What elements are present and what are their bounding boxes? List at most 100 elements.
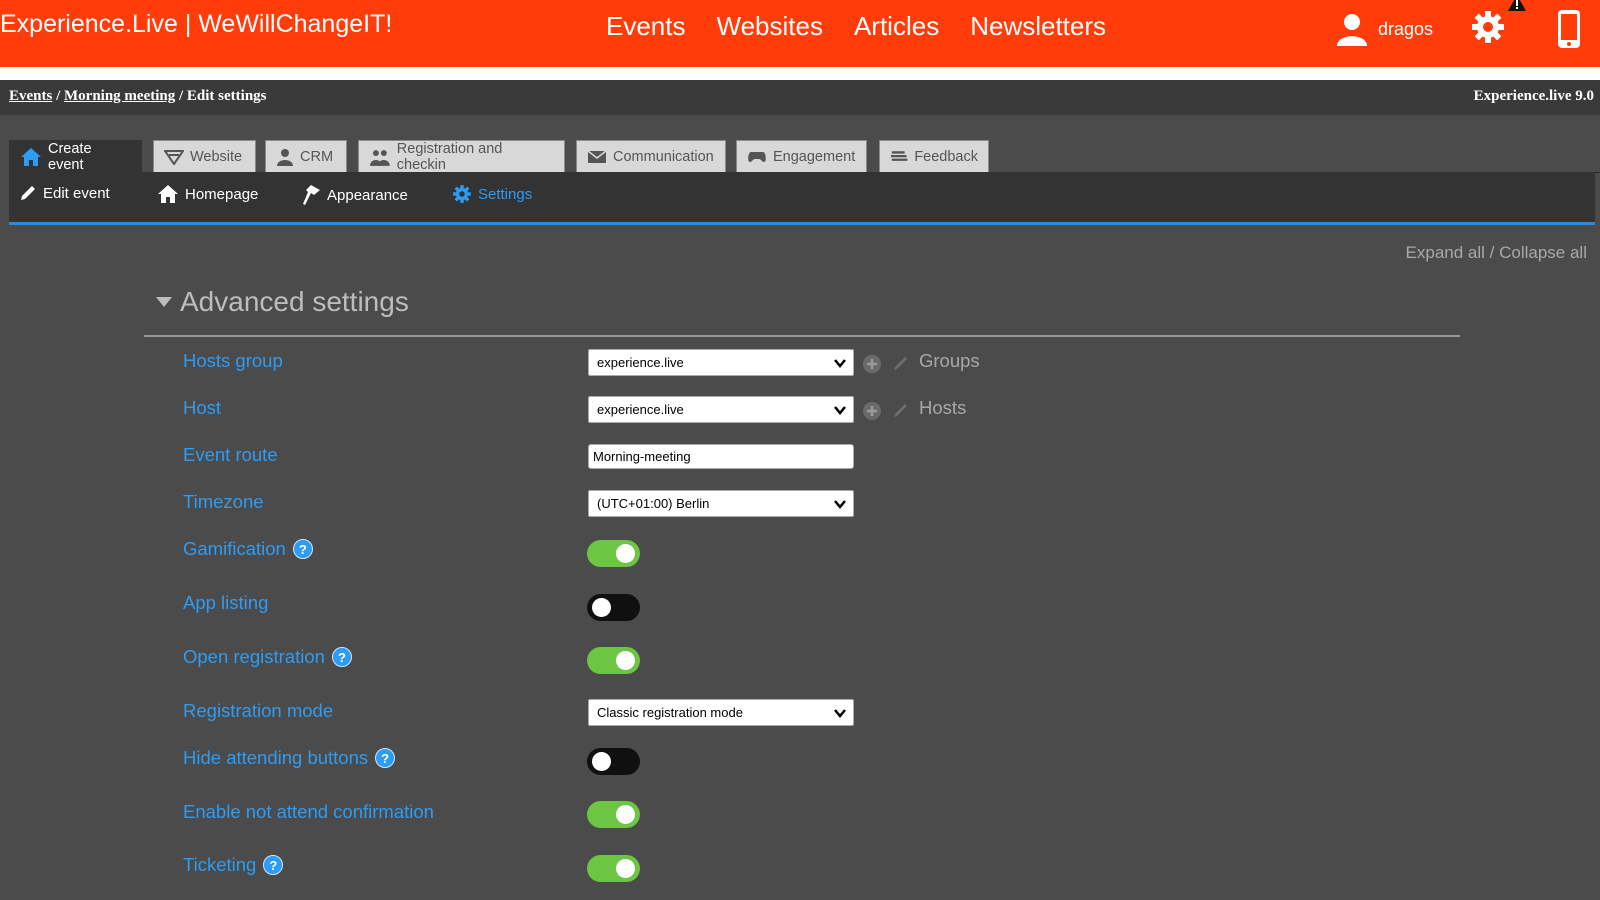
breadcrumb-separator: / [56, 88, 61, 104]
tab-label: Engagement [773, 148, 856, 165]
host-select[interactable]: experience.live [588, 396, 854, 423]
header-divider [0, 67, 1600, 80]
subtab-settings[interactable]: Settings [452, 184, 532, 204]
feedback-icon [890, 150, 908, 161]
help-icon[interactable]: ? [292, 539, 313, 559]
user-menu[interactable]: dragos [1334, 11, 1433, 47]
section-advanced-settings[interactable]: Advanced settings [156, 286, 409, 318]
home-icon [21, 147, 41, 166]
label-hide-attending-buttons: Hide attending buttons ? [183, 747, 396, 769]
envelope-icon [587, 149, 607, 163]
tab-label: CRM [300, 148, 334, 165]
top-navbar: Experience.Live | WeWillChangeIT! Events… [0, 0, 1600, 67]
tab-label: Communication [613, 148, 714, 165]
add-group-icon[interactable] [862, 354, 882, 374]
tab-label: Website [190, 148, 243, 165]
label-text: Ticketing [183, 854, 257, 875]
app-listing-toggle[interactable] [587, 594, 640, 621]
toggle-knob [616, 805, 635, 824]
label-text: Registration mode [183, 700, 334, 721]
label-enable-not-attend-confirmation: Enable not attend confirmation [183, 801, 434, 823]
main-tabs: Create event Website CRM Registration an… [9, 140, 1600, 173]
users-icon [369, 149, 390, 166]
subtab-edit-event[interactable]: Edit event [19, 184, 110, 202]
pencil-icon[interactable] [892, 354, 910, 372]
help-icon[interactable]: ? [263, 855, 284, 875]
home-icon [158, 185, 178, 203]
label-text: App listing [183, 592, 269, 613]
hosts-link[interactable]: Hosts [919, 397, 966, 419]
registration-mode-select[interactable]: Classic registration mode [588, 699, 854, 726]
chevron-down-icon [834, 709, 846, 718]
nav-newsletters[interactable]: Newsletters [970, 11, 1106, 42]
tab-engagement[interactable]: Engagement [736, 140, 867, 172]
ticketing-toggle[interactable] [587, 855, 640, 882]
tab-website[interactable]: Website [153, 140, 256, 172]
add-host-icon[interactable] [862, 401, 882, 421]
label-registration-mode: Registration mode [183, 700, 333, 722]
subtab-label: Settings [478, 185, 533, 203]
toggle-knob [616, 859, 635, 878]
label-hosts-group: Hosts group [183, 350, 283, 372]
select-value: (UTC+01:00) Berlin [597, 496, 710, 511]
main-nav: Events Websites Articles Newsletters [606, 11, 1106, 42]
label-timezone: Timezone [183, 491, 264, 513]
select-value: experience.live [597, 355, 684, 370]
label-text: Gamification [183, 538, 286, 559]
chevron-down-icon [834, 500, 846, 509]
label-text: Host [183, 397, 222, 418]
tab-label: Create event [48, 140, 92, 173]
label-text: Enable not attend confirmation [183, 801, 434, 822]
toggle-knob [616, 544, 635, 563]
hosts-group-select[interactable]: experience.live [588, 349, 854, 376]
tab-communication[interactable]: Communication [576, 140, 726, 172]
gamepad-icon [748, 151, 766, 162]
mobile-phone-icon[interactable] [1557, 9, 1581, 49]
section-title: Advanced settings [180, 286, 409, 317]
help-icon[interactable]: ? [331, 647, 352, 667]
toggle-knob [616, 651, 635, 670]
label-host: Host [183, 397, 221, 419]
subtab-appearance[interactable]: Appearance [301, 184, 408, 206]
subtab-homepage[interactable]: Homepage [157, 184, 258, 204]
nav-websites[interactable]: Websites [717, 11, 823, 42]
nav-articles[interactable]: Articles [854, 11, 939, 42]
caret-down-icon [156, 297, 172, 307]
section-divider [144, 335, 1460, 337]
tab-registration-checkin[interactable]: Registration and checkin [358, 140, 565, 173]
label-text: Open registration [183, 646, 325, 667]
label-ticketing: Ticketing ? [183, 854, 284, 876]
hide-attending-buttons-toggle[interactable] [587, 748, 640, 775]
gear-icon[interactable] [1470, 9, 1506, 45]
toggle-knob [592, 752, 611, 771]
chevron-down-icon [834, 359, 846, 368]
nav-events[interactable]: Events [606, 11, 686, 42]
label-text: Timezone [183, 491, 264, 512]
gamification-toggle[interactable] [587, 540, 640, 567]
breadcrumb-bar: Events / Morning meeting / Edit settings… [0, 80, 1600, 115]
subtab-label: Homepage [185, 185, 259, 203]
tab-feedback[interactable]: Feedback [879, 140, 989, 172]
brand-title[interactable]: Experience.Live | WeWillChangeIT! [0, 10, 392, 39]
subtab-label: Appearance [327, 186, 408, 204]
help-icon[interactable]: ? [375, 748, 396, 768]
pencil-icon[interactable] [892, 401, 910, 419]
tab-label: Feedback [914, 148, 978, 165]
open-registration-toggle[interactable] [587, 647, 640, 674]
breadcrumb-morning-meeting[interactable]: Morning meeting [64, 88, 175, 104]
label-text: Event route [183, 444, 278, 465]
timezone-select[interactable]: (UTC+01:00) Berlin [588, 490, 854, 517]
warning-icon[interactable] [1508, 0, 1526, 11]
toggle-knob [592, 598, 611, 617]
breadcrumb: Events / Morning meeting / Edit settings [9, 88, 267, 105]
expand-collapse-link[interactable]: Expand all / Collapse all [1406, 243, 1587, 263]
app-version: Experience.live 9.0 [1473, 88, 1594, 104]
enable-not-attend-confirmation-toggle[interactable] [587, 801, 640, 828]
tab-create-event[interactable]: Create event [9, 140, 142, 173]
event-route-input[interactable] [588, 444, 854, 469]
tab-crm[interactable]: CRM [265, 140, 347, 172]
groups-link[interactable]: Groups [919, 350, 980, 372]
breadcrumb-events[interactable]: Events [9, 88, 52, 104]
user-icon [1337, 14, 1367, 46]
subtab-label: Edit event [43, 184, 110, 202]
